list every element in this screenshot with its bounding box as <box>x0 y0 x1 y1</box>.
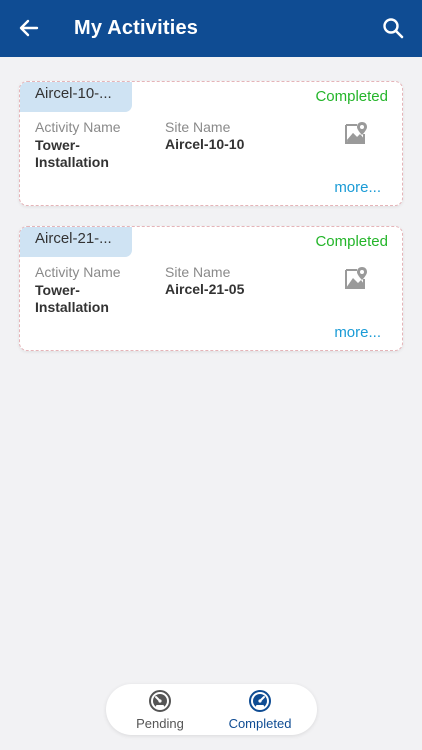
app-bar: My Activities <box>0 0 422 57</box>
more-link[interactable]: more... <box>334 179 381 196</box>
status-badge: Completed <box>315 88 388 105</box>
tab-completed[interactable]: Completed <box>210 684 310 735</box>
site-name-label: Site Name <box>165 264 231 280</box>
more-link[interactable]: more... <box>334 324 381 341</box>
activity-card[interactable]: Aircel-10-... Completed Activity Name To… <box>19 81 403 206</box>
tab-completed-label: Completed <box>228 716 292 731</box>
back-button[interactable] <box>16 15 42 41</box>
page-title: My Activities <box>74 17 199 39</box>
activity-name-value: Tower-Installation <box>35 282 109 315</box>
status-badge: Completed <box>315 233 388 250</box>
site-name-value: Aircel-21-05 <box>165 281 245 297</box>
tab-pending-label: Pending <box>136 716 184 731</box>
site-name-value: Aircel-10-10 <box>165 136 245 152</box>
speedometer-icon <box>249 690 271 712</box>
activity-name-value: Tower-Installation <box>35 137 109 170</box>
search-button[interactable] <box>380 15 406 41</box>
speedometer-icon <box>149 690 171 712</box>
activity-tag: Aircel-10-... <box>20 82 132 112</box>
my-activities-screen: My Activities Aircel-10-... Completed Ac… <box>0 0 422 750</box>
activity-name-label: Activity Name <box>35 264 121 280</box>
back-arrow-icon <box>19 19 39 37</box>
activity-name-label: Activity Name <box>35 119 121 135</box>
map-pin-icon[interactable] <box>343 120 369 146</box>
activity-card[interactable]: Aircel-21-... Completed Activity Name To… <box>19 226 403 351</box>
map-pin-icon[interactable] <box>343 265 369 291</box>
bottom-nav: Pending Completed <box>106 684 317 735</box>
activity-tag: Aircel-21-... <box>20 227 132 257</box>
site-name-label: Site Name <box>165 119 231 135</box>
search-icon <box>383 18 404 39</box>
tab-pending[interactable]: Pending <box>110 684 210 735</box>
